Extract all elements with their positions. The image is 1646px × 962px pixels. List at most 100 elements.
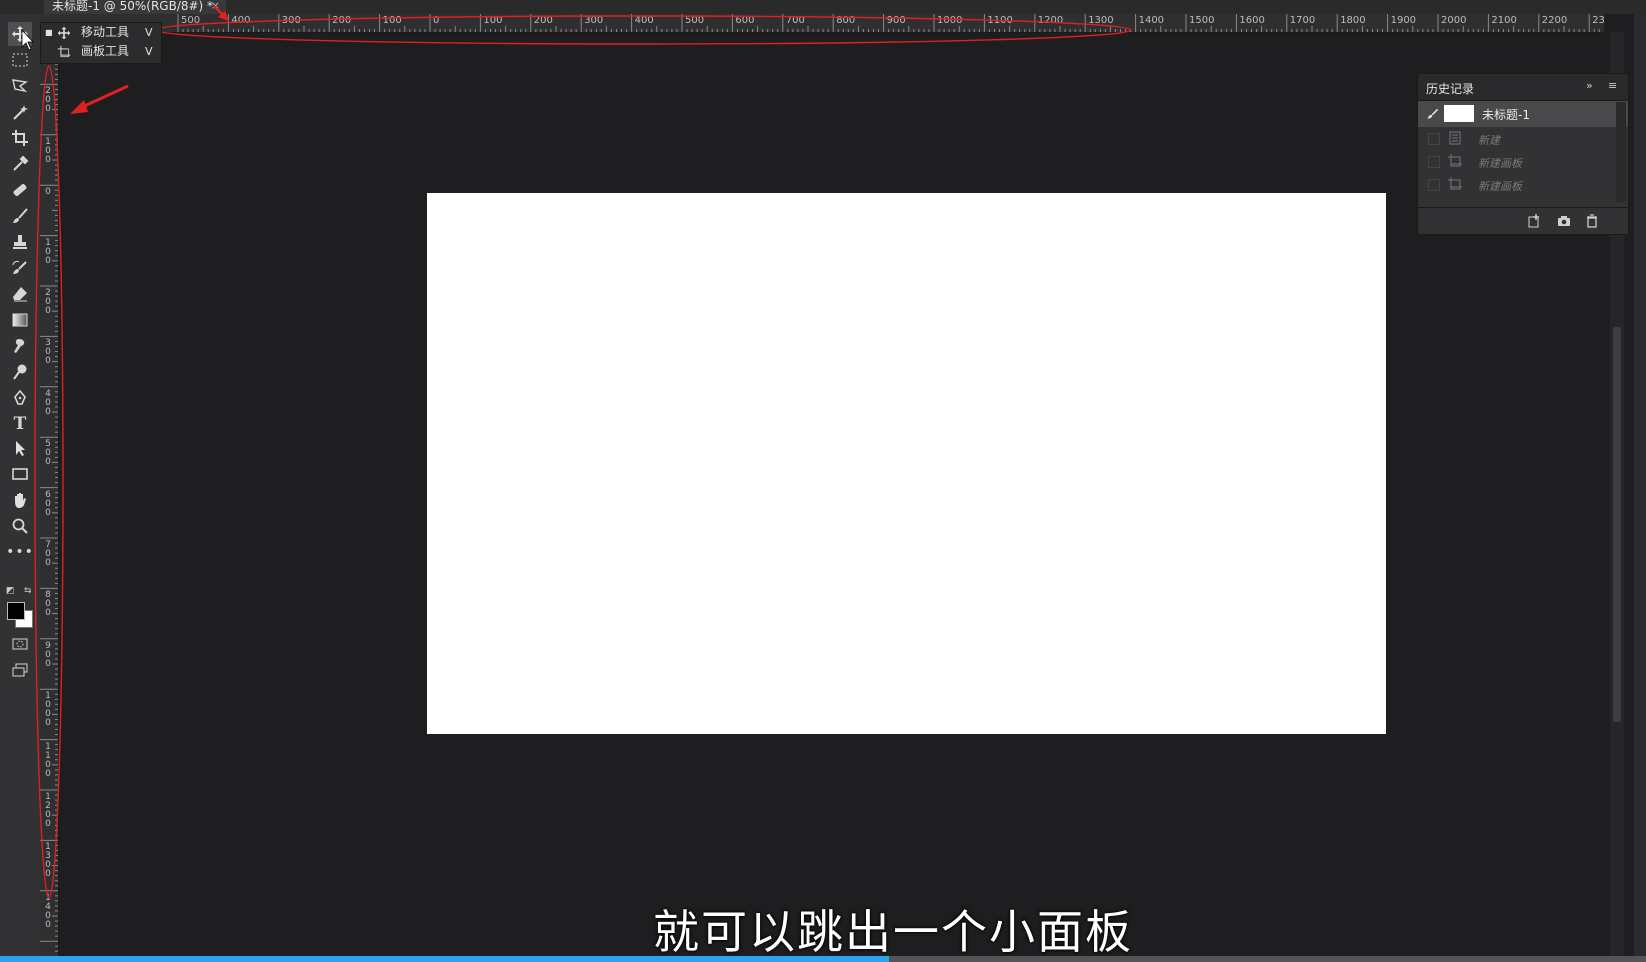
ruler-label: 1300 (45, 842, 51, 880)
foreground-color-swatch[interactable] (7, 602, 25, 620)
magic-wand-icon (13, 105, 28, 120)
collapse-panel-icon[interactable]: » (1586, 79, 1593, 92)
screen-mode-icon (12, 663, 28, 677)
path-selection-tool-button[interactable] (8, 436, 32, 460)
ruler-label: 1000 (937, 15, 963, 26)
ruler-label: 700 (785, 15, 805, 26)
close-tab-icon[interactable]: × (211, 0, 220, 12)
history-scrollbar[interactable] (1616, 102, 1626, 202)
panel-menu-icon[interactable]: ≡ (1608, 79, 1617, 92)
marquee-tool-button[interactable] (8, 48, 32, 72)
crop-tool-button[interactable] (8, 126, 32, 150)
lasso-tool-button[interactable] (8, 74, 32, 98)
collapsed-panel-dock[interactable] (1634, 14, 1646, 962)
polygonal-lasso-icon (12, 79, 28, 93)
type-icon: T (13, 414, 27, 434)
photoshop-window: 未标题-1 @ 50%(RGB/8#) * × T ••• ◩ ⇆ ■ 移动工具… (0, 0, 1646, 962)
horizontal-ruler[interactable]: 500 400 300 200 100 0 100 200 300 400 500 600 700 800… (56, 14, 1604, 33)
stamp-tool-button[interactable] (8, 230, 32, 254)
ruler-label: 1900 (1390, 15, 1417, 26)
ruler-label: 100 (483, 15, 503, 26)
ruler-label: 500 (45, 439, 51, 468)
document-tab-bar: 未标题-1 @ 50%(RGB/8#) * × (0, 0, 1646, 14)
ruler-label: 600 (735, 15, 755, 26)
move-icon (57, 26, 71, 40)
ruler-label: 800 (45, 590, 51, 619)
history-state-row[interactable]: 新建画板 (1418, 150, 1628, 173)
ruler-label: 500 (685, 15, 705, 26)
ruler-label: 1100 (987, 15, 1013, 26)
flyout-item-artboard-tool[interactable]: 画板工具 V (41, 42, 161, 61)
history-panel-header: 历史记录 » ≡ (1418, 74, 1628, 101)
ruler-label: 1800 (1340, 15, 1366, 26)
history-state-row[interactable]: 新建画板 (1418, 173, 1628, 196)
quick-mask-icon (12, 638, 28, 650)
hand-tool-button[interactable] (8, 488, 32, 512)
document-tab-title: 未标题-1 @ 50%(RGB/8#) * (52, 0, 214, 13)
ruler-label: 300 (45, 338, 51, 367)
history-state-label: 新建画板 (1478, 157, 1522, 170)
vertical-ruler[interactable]: 0200100010020030040050060070080090010001… (40, 32, 59, 962)
history-brush-source-icon (1427, 108, 1439, 119)
video-progress-bar[interactable] (0, 956, 1646, 962)
magnifier-icon (12, 518, 28, 534)
video-subtitle: 就可以跳出一个小面板 (653, 905, 1133, 959)
brush-tool-button[interactable] (8, 204, 32, 228)
history-brush-icon (12, 260, 27, 274)
ruler-label: 2000 (1441, 15, 1467, 26)
dodge-tool-button[interactable] (8, 360, 32, 384)
move-tool-button[interactable] (8, 22, 32, 46)
document-tab[interactable]: 未标题-1 @ 50%(RGB/8#) * × (44, 0, 226, 14)
document-icon (1449, 131, 1461, 145)
flyout-item-label: 移动工具 (81, 25, 130, 39)
history-state-label: 新建画板 (1478, 180, 1522, 193)
ruler-label: 100 (45, 237, 51, 266)
new-document-from-state-icon[interactable] (1526, 213, 1542, 229)
ruler-label: 400 (45, 388, 51, 417)
ruler-label: 1500 (1189, 15, 1215, 26)
edit-toolbar-button[interactable]: ••• (6, 540, 34, 564)
ruler-label: 400 (231, 15, 251, 26)
type-tool-button[interactable]: T (8, 412, 32, 436)
swap-colors-icon[interactable]: ⇆ (24, 586, 34, 596)
history-snapshot-row[interactable]: 未标题-1 (1418, 101, 1628, 127)
ruler-label: 800 (836, 15, 856, 26)
eyedropper-icon (13, 155, 29, 171)
flyout-item-move-tool[interactable]: ■ 移动工具 V (41, 23, 161, 42)
hand-icon (15, 493, 26, 508)
crop-icon (12, 130, 28, 146)
magic-wand-tool-button[interactable] (8, 100, 32, 124)
history-brush-source-checkbox[interactable] (1428, 133, 1440, 145)
ruler-label: 1100 (45, 741, 51, 779)
quick-mask-button[interactable] (8, 632, 32, 656)
ruler-label: 900 (45, 640, 51, 669)
ruler-label: 500 (181, 15, 201, 26)
smudge-tool-button[interactable] (8, 334, 32, 358)
healing-brush-tool-button[interactable] (8, 178, 32, 202)
rectangle-tool-button[interactable] (8, 462, 32, 486)
move-icon (12, 26, 28, 42)
history-brush-source-checkbox[interactable] (1428, 156, 1440, 168)
pen-tool-button[interactable] (8, 386, 32, 410)
history-panel-title[interactable]: 历史记录 (1426, 80, 1474, 97)
camera-icon[interactable] (1556, 213, 1572, 229)
more-dots-icon: ••• (6, 544, 34, 560)
document-canvas[interactable] (427, 193, 1386, 734)
default-colors-icon[interactable]: ◩ (6, 586, 16, 596)
history-brush-source-checkbox[interactable] (1428, 179, 1440, 191)
ruler-label: 700 (45, 540, 51, 568)
eraser-tool-button[interactable] (8, 282, 32, 306)
screen-mode-button[interactable] (8, 658, 32, 682)
history-state-row[interactable]: 新建 (1418, 127, 1628, 150)
gradient-tool-button[interactable] (8, 308, 32, 332)
ruler-label: 1600 (1239, 15, 1265, 26)
history-brush-tool-button[interactable] (8, 256, 32, 280)
pen-icon (14, 389, 26, 405)
scrollbar-thumb[interactable] (1613, 327, 1621, 722)
dodge-icon (13, 364, 27, 380)
zoom-tool-button[interactable] (8, 514, 32, 538)
gradient-icon (12, 313, 28, 327)
trash-icon[interactable] (1584, 213, 1600, 229)
eyedropper-tool-button[interactable] (8, 152, 32, 176)
ruler-label: 1300 (1088, 15, 1114, 26)
